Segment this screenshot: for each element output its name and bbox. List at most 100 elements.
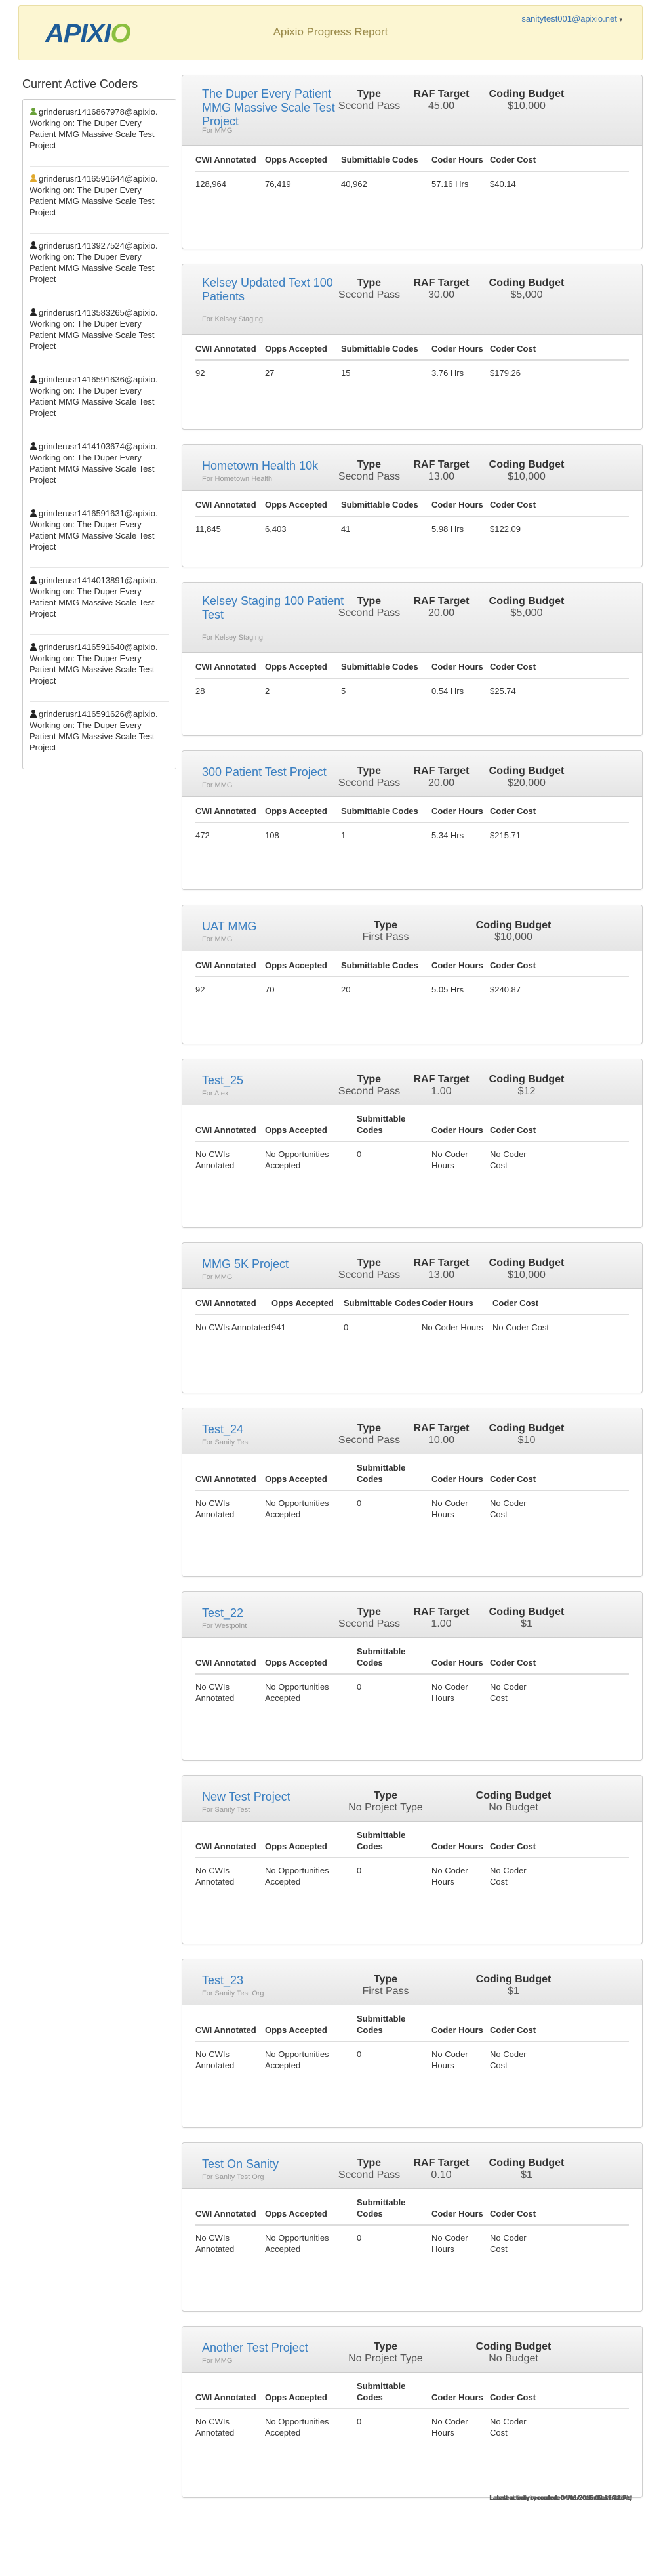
project-stats: CWI Annotated Opps Accepted Submittable Co…	[182, 491, 642, 534]
project-header: Test_22 For Westpoint Type Second Pass RAF T…	[182, 1592, 642, 1638]
project-stats: CWI Annotated Opps Accepted Submittable Co…	[182, 1289, 642, 1332]
raf-label: RAF Target	[413, 459, 470, 470]
col-header-coder-hours: Coder Hours	[431, 2392, 483, 2402]
cell-coder-cost: $240.87	[490, 985, 521, 994]
project-org: For Kelsey Staging	[202, 316, 263, 323]
project-name-link[interactable]: Test_24	[202, 1423, 353, 1437]
raf-value: 10.00	[428, 1435, 455, 1446]
coder-working-on: Working on: The Duper Every Patient MMG …	[30, 185, 155, 217]
col-header-coder-hours: Coder Hours	[422, 1298, 473, 1308]
coder-name[interactable]: grinderusr1416591644@apixio.	[39, 174, 158, 184]
sidebar-heading: Current Active Coders	[22, 77, 138, 91]
project-stats: CWI Annotated Opps Accepted Submittable Co…	[182, 146, 642, 189]
budget-label: Coding Budget	[489, 1606, 565, 1618]
cell-submittable-codes: 41	[341, 524, 351, 534]
cell-opps-accepted: 6,403	[265, 524, 287, 534]
raf-value: 0.10	[431, 2169, 452, 2180]
cell-opps-accepted: 27	[265, 368, 275, 378]
col-header-coder-cost: Coder Cost	[490, 806, 536, 816]
project-name-link[interactable]: Kelsey Updated Text 100 Patients	[202, 276, 353, 304]
col-header-opps-accepted: Opps Accepted	[265, 2392, 327, 2402]
chevron-down-icon[interactable]: ▾	[619, 16, 622, 23]
type-label: Type	[357, 89, 382, 100]
budget-label: Coding Budget	[489, 596, 565, 607]
project-stats: CWI Annotated Opps Accepted Submittable Co…	[182, 653, 642, 696]
stats-header-row: CWI Annotated Opps Accepted Submittable Co…	[195, 797, 629, 823]
project-org: For MMG	[202, 2357, 233, 2365]
project-org: For Alex	[202, 1090, 229, 1097]
coder-name[interactable]: grinderusr1416591640@apixio.	[39, 642, 158, 652]
cell-submittable-codes: 0	[357, 2049, 362, 2059]
project-header: Kelsey Updated Text 100 Patients For Kels…	[182, 264, 642, 335]
project-org: For Sanity Test	[202, 1806, 250, 1814]
type-label: Type	[357, 277, 382, 289]
project-card: Test_22 For Westpoint Type Second Pass RAF T…	[182, 1591, 643, 2502]
col-header-submittable-codes: Submittable Codes	[341, 960, 418, 970]
project-card: The Duper Every Patient MMG Massive Scal…	[182, 75, 643, 2502]
cell-submittable-codes: 20	[341, 985, 351, 994]
project-org: For Sanity Test Org	[202, 1990, 264, 1997]
raf-target: RAF Target 1.00	[405, 1606, 477, 1630]
coder-name[interactable]: grinderusr1413927524@apixio.	[39, 241, 158, 251]
project-header: 300 Patient Test Project For MMG Type Secon…	[182, 751, 642, 797]
raf-value: 1.00	[431, 1618, 452, 1629]
coder-item: grinderusr1416591626@apixio. Working on: …	[30, 702, 169, 769]
budget-label: Coding Budget	[489, 89, 565, 100]
project-name-link[interactable]: New Test Project	[202, 1790, 353, 1804]
raf-target: RAF Target 45.00	[405, 89, 477, 112]
project-name-link[interactable]: Hometown Health 10k	[202, 459, 353, 473]
project-type: Type Second Pass	[333, 596, 405, 619]
cell-coder-cost: $25.74	[490, 686, 516, 696]
user-menu[interactable]: sanitytest001@apixio.net ▾	[521, 14, 622, 24]
cell-cwi-annotated: 92	[195, 368, 205, 378]
project-name-link[interactable]: Test_22	[202, 1606, 353, 1620]
raf-value: 45.00	[428, 100, 455, 112]
project-name-link[interactable]: UAT MMG	[202, 920, 353, 933]
type-label: Type	[357, 1074, 382, 1085]
stats-header-row: CWI Annotated Opps Accepted Submittable Co…	[195, 1105, 629, 1142]
col-header-coder-hours: Coder Hours	[431, 1841, 483, 1851]
project-name-link[interactable]: Kelsey Staging 100 Patient Test	[202, 594, 353, 622]
project-name-link[interactable]: Test_23	[202, 1974, 353, 1988]
cell-opps-accepted: 108	[265, 830, 279, 840]
user-email[interactable]: sanitytest001@apixio.net	[521, 14, 616, 24]
col-header-coder-cost: Coder Cost	[490, 1841, 536, 1851]
user-icon	[30, 576, 37, 584]
coder-name[interactable]: grinderusr1414013891@apixio.	[39, 575, 158, 585]
coder-name[interactable]: grinderusr1416591626@apixio.	[39, 709, 158, 719]
project-name-link[interactable]: Test On Sanity	[202, 2157, 353, 2171]
project-name-link[interactable]: MMG 5K Project	[202, 1257, 353, 1271]
coder-item: grinderusr1414103674@apixio. Working on: …	[30, 434, 169, 501]
col-header-cwi-annotated: CWI Annotated	[195, 1474, 256, 1484]
project-stats: CWI Annotated Opps Accepted Submittable Co…	[182, 951, 642, 994]
type-value: Second Pass	[338, 471, 401, 482]
coder-name[interactable]: grinderusr1416867978@apixio.	[39, 107, 158, 117]
project-name-link[interactable]: Test_25	[202, 1074, 353, 1088]
budget-value: $12	[517, 1086, 536, 1097]
project-name-link[interactable]: The Duper Every Patient MMG Massive Scal…	[202, 87, 353, 129]
user-icon	[30, 241, 37, 249]
cell-coder-hours: No Coder Hours	[431, 2049, 468, 2070]
col-header-opps-accepted: Opps Accepted	[265, 1474, 327, 1484]
cell-cwi-annotated: No CWIs Annotated	[195, 1498, 235, 1519]
cell-opps-accepted: 76,419	[265, 179, 291, 189]
project-name-link[interactable]: 300 Patient Test Project	[202, 766, 353, 779]
coder-item: grinderusr1416591640@apixio. Working on: …	[30, 635, 169, 702]
type-value: Second Pass	[338, 1435, 401, 1446]
stats-header-row: CWI Annotated Opps Accepted Submittable Co…	[195, 491, 629, 517]
coder-name[interactable]: grinderusr1413583265@apixio.	[39, 308, 158, 317]
coder-name[interactable]: grinderusr1416591636@apixio.	[39, 375, 158, 384]
cell-submittable-codes: 1	[341, 830, 346, 840]
coder-name[interactable]: grinderusr1414103674@apixio.	[39, 441, 158, 451]
cell-submittable-codes: 0	[344, 1322, 349, 1332]
col-header-coder-cost: Coder Cost	[490, 1125, 536, 1135]
stats-header-row: CWI Annotated Opps Accepted Submittable Co…	[195, 2373, 629, 2409]
project-name-link[interactable]: Another Test Project	[202, 2341, 353, 2355]
stats-header-row: CWI Annotated Opps Accepted Submittable Co…	[195, 1822, 629, 1858]
coder-name[interactable]: grinderusr1416591631@apixio.	[39, 508, 158, 518]
budget-value: No Budget	[489, 1802, 538, 1813]
raf-value: 13.00	[428, 1269, 455, 1280]
raf-label: RAF Target	[413, 596, 470, 607]
budget-label: Coding Budget	[475, 920, 551, 931]
coder-item: grinderusr1416591636@apixio. Working on: …	[30, 367, 169, 434]
